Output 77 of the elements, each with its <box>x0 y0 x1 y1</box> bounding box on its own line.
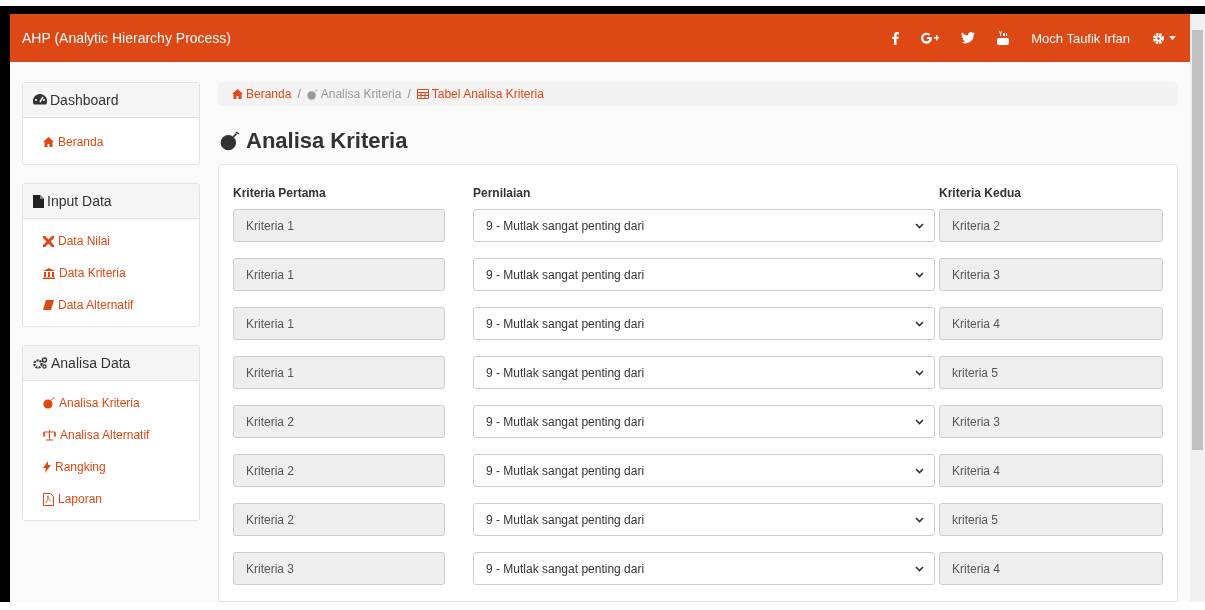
input-field[interactable]: Kriteria 4 <box>939 552 1163 585</box>
breadcrumb-separator: / <box>297 87 301 101</box>
panel-title: Analisa Data <box>51 355 131 371</box>
input-field[interactable]: Kriteria 2 <box>233 454 445 487</box>
settings-dropdown[interactable] <box>1152 31 1176 45</box>
sidebar-link[interactable]: Laporan <box>43 491 103 507</box>
chevron-down-icon <box>915 369 924 376</box>
input-field[interactable]: Kriteria 2 <box>939 209 1163 242</box>
chevron-down-icon <box>915 565 924 572</box>
table-icon <box>416 89 429 99</box>
rating-dropdown[interactable]: 9 - Mutlak sangat penting dari <box>473 454 935 487</box>
breadcrumb-link[interactable]: Tabel Analisa Kriteria <box>416 87 544 101</box>
sidebar-link[interactable]: Data Alternatif <box>43 297 134 313</box>
breadcrumb-separator: / <box>407 87 411 101</box>
chevron-down-icon <box>915 418 924 425</box>
rating-dropdown[interactable]: 9 - Mutlak sangat penting dari <box>473 503 935 536</box>
scrollbar-thumb[interactable] <box>1192 30 1203 450</box>
sidebar-link[interactable]: Analisa Kriteria <box>43 395 140 411</box>
rating-dropdown[interactable]: 9 - Mutlak sangat penting dari <box>473 405 935 438</box>
pdf-file-icon <box>43 492 54 506</box>
user-name-link[interactable]: Moch Taufik Irfan <box>1031 30 1130 46</box>
input-field[interactable]: Kriteria 1 <box>233 307 445 340</box>
bomb-icon <box>43 397 55 409</box>
input-field[interactable]: Kriteria 3 <box>233 552 445 585</box>
gauge-icon <box>33 94 47 106</box>
chevron-down-icon <box>915 467 924 474</box>
facebook-icon[interactable] <box>892 31 900 45</box>
sidebar-link[interactable]: Analisa Alternatif <box>43 427 150 443</box>
youtube-icon[interactable] <box>997 31 1010 45</box>
chevron-down-icon <box>915 222 924 229</box>
sidebar-link[interactable]: Rangking <box>43 459 106 475</box>
panel-title: Dashboard <box>50 92 119 108</box>
gears-icon <box>33 357 48 369</box>
cross-icon <box>43 235 54 247</box>
input-field[interactable]: Kriteria 2 <box>233 503 445 536</box>
input-field[interactable]: Kriteria 3 <box>939 258 1163 291</box>
column-header: Pernilaian <box>473 186 532 200</box>
input-field[interactable]: Kriteria 1 <box>233 258 445 291</box>
input-field[interactable]: kriteria 5 <box>939 356 1163 389</box>
rating-dropdown[interactable]: 9 - Mutlak sangat penting dari <box>473 552 935 585</box>
chevron-down-icon <box>915 271 924 278</box>
home-icon <box>43 137 54 147</box>
file-icon <box>33 194 44 208</box>
bomb-icon <box>220 131 240 151</box>
google-plus-icon[interactable] <box>921 32 940 44</box>
home-icon <box>232 89 243 99</box>
brand-title[interactable]: AHP (Analytic Hierarchy Process) <box>22 30 893 46</box>
chevron-down-icon <box>915 516 924 523</box>
sidebar-link[interactable]: Beranda <box>43 134 104 150</box>
book-icon <box>43 300 54 310</box>
rating-dropdown[interactable]: 9 - Mutlak sangat penting dari <box>473 356 935 389</box>
breadcrumb-link[interactable]: Beranda <box>232 87 292 101</box>
sidebar-link[interactable]: Data Kriteria <box>43 265 126 281</box>
rating-dropdown[interactable]: 9 - Mutlak sangat penting dari <box>473 258 935 291</box>
breadcrumb-item: Analisa Kriteria <box>306 87 402 101</box>
bomb-icon <box>306 88 318 100</box>
scale-icon <box>43 429 56 441</box>
input-field[interactable]: Kriteria 1 <box>233 209 445 242</box>
input-field[interactable]: Kriteria 2 <box>233 405 445 438</box>
panel-title: Input Data <box>47 193 112 209</box>
twitter-icon[interactable] <box>961 32 976 44</box>
column-header: Kriteria Kedua <box>939 186 1023 200</box>
input-field[interactable]: kriteria 5 <box>939 503 1163 536</box>
input-field[interactable]: Kriteria 4 <box>939 307 1163 340</box>
bolt-icon <box>43 461 51 473</box>
caret-icon <box>1169 36 1176 40</box>
column-header: Kriteria Pertama <box>233 186 327 200</box>
settings-icon <box>1152 31 1165 45</box>
rating-dropdown[interactable]: 9 - Mutlak sangat penting dari <box>473 209 935 242</box>
input-field[interactable]: Kriteria 3 <box>939 405 1163 438</box>
chevron-down-icon <box>915 320 924 327</box>
page-title: Analisa Kriteria <box>246 128 408 154</box>
sidebar-link[interactable]: Data Nilai <box>43 233 111 249</box>
input-field[interactable]: Kriteria 4 <box>939 454 1163 487</box>
rating-dropdown[interactable]: 9 - Mutlak sangat penting dari <box>473 307 935 340</box>
bank-icon <box>43 267 55 279</box>
input-field[interactable]: Kriteria 1 <box>233 356 445 389</box>
